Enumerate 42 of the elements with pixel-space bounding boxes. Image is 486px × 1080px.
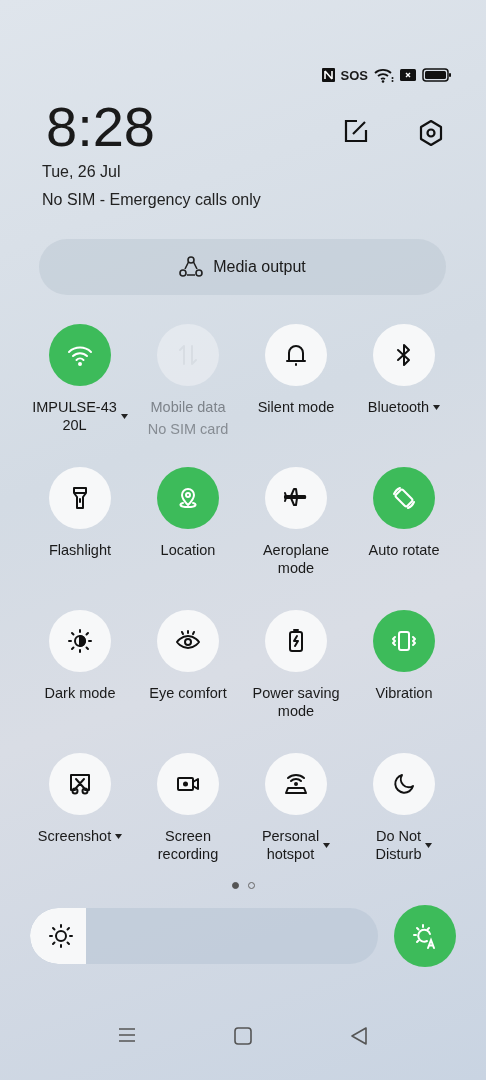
toggle-label: Mobile data xyxy=(150,398,226,416)
caret-icon[interactable] xyxy=(115,833,123,839)
toggle-label: Auto rotate xyxy=(368,541,440,559)
toggle-label: Do Not Disturb xyxy=(375,827,422,863)
toggle-label: Eye comfort xyxy=(149,684,227,702)
toggle-label: Silent mode xyxy=(257,398,335,416)
toggle-label: IMPULSE-43 20L xyxy=(32,398,117,434)
caret-icon[interactable] xyxy=(120,413,128,419)
caret-icon[interactable] xyxy=(323,842,331,848)
rotate-icon xyxy=(390,484,418,512)
caret-icon[interactable] xyxy=(433,404,441,410)
battery-icon xyxy=(422,68,452,82)
toggle-label: Power saving mode xyxy=(252,684,340,720)
menu-icon[interactable] xyxy=(118,1027,136,1043)
toggle-label: Bluetooth xyxy=(367,398,430,416)
caret-icon[interactable] xyxy=(425,842,433,848)
network-status: No SIM - Emergency calls only xyxy=(42,191,261,209)
toggle-label: Vibration xyxy=(375,684,433,702)
media-output-icon xyxy=(179,256,204,278)
sun-icon xyxy=(48,923,74,949)
edit-icon[interactable] xyxy=(344,119,368,143)
toggle-label: Location xyxy=(160,541,216,559)
toggle-label: Personal hotspot xyxy=(261,827,320,863)
nfc-icon xyxy=(321,68,335,82)
brightness-fill[interactable] xyxy=(30,908,86,964)
back-icon[interactable] xyxy=(350,1027,368,1045)
toggle-label: Screenshot xyxy=(37,827,112,845)
toggle-label: Screen recording xyxy=(157,827,219,863)
settings-icon[interactable] xyxy=(418,119,444,147)
wifi-signal-icon xyxy=(374,67,394,83)
clock-time: 8:28 xyxy=(45,97,156,157)
toggle-label: Aeroplane mode xyxy=(262,541,330,577)
brightness-slider[interactable] xyxy=(30,908,378,964)
toggle-label: Dark mode xyxy=(44,684,116,702)
toggle-sublabel: No SIM card xyxy=(147,420,229,438)
toggle-label: Flashlight xyxy=(48,541,112,559)
media-output-button[interactable]: Media output xyxy=(39,239,446,295)
no-sim-icon xyxy=(400,69,416,81)
half-sun-icon xyxy=(66,627,94,655)
date-text: Tue, 26 Jul xyxy=(42,163,122,181)
home-icon[interactable] xyxy=(234,1027,252,1045)
sos-label: SOS xyxy=(340,67,368,83)
